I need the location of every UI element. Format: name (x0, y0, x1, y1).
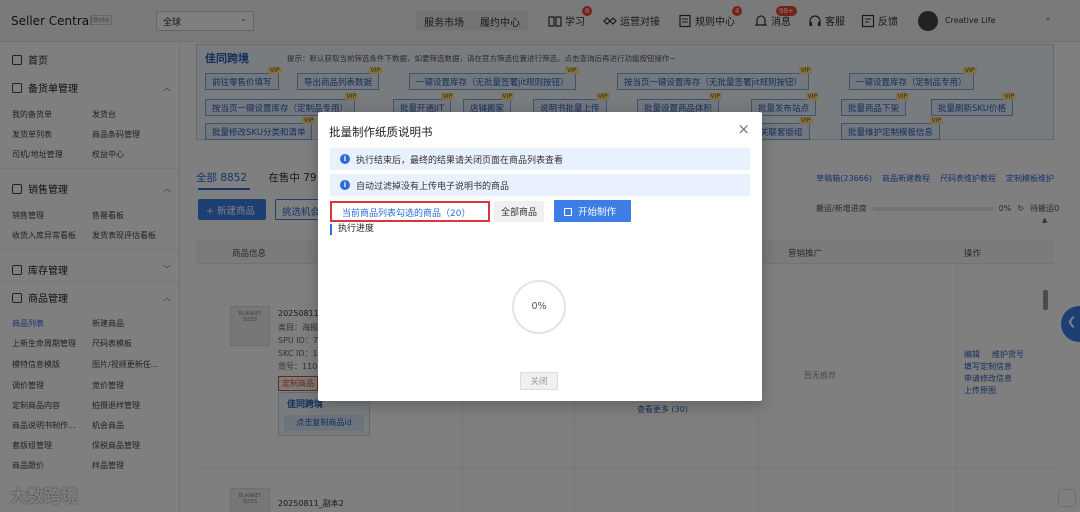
info-icon: i (340, 154, 350, 164)
save-icon (564, 208, 572, 216)
info-icon: i (340, 180, 350, 190)
info-text: 自动过滤掉没有上传电子说明书的商品 (356, 181, 510, 192)
progress-circle: 0% (512, 280, 566, 334)
info-bar-filter: i 自动过滤掉没有上传电子说明书的商品 (330, 174, 750, 196)
select-current-button[interactable]: 当前商品列表勾选的商品（20） (330, 201, 490, 222)
dialog-title: 批量制作纸质说明书 (329, 125, 433, 139)
close-icon[interactable]: × (737, 122, 750, 137)
start-button-label: 开始制作 (578, 207, 617, 218)
start-button[interactable]: 开始制作 (554, 200, 631, 222)
batch-manual-dialog: 批量制作纸质说明书 × i 执行结束后，最终的结果请关闭页面在商品列表查看 i … (318, 112, 762, 401)
exec-progress-label: 执行进度 (330, 224, 374, 235)
close-button[interactable]: 关闭 (520, 372, 558, 390)
info-text: 执行结束后，最终的结果请关闭页面在商品列表查看 (356, 155, 564, 166)
select-all-button[interactable]: 全部商品 (494, 201, 544, 222)
info-bar-result: i 执行结束后，最终的结果请关闭页面在商品列表查看 (330, 148, 750, 170)
